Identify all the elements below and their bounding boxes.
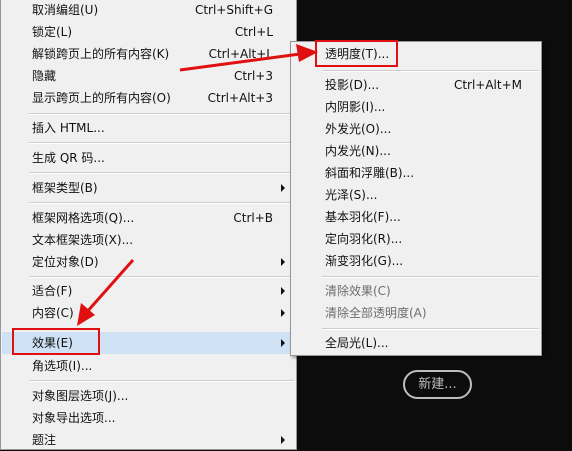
menu-item-label: 锁定(L)	[32, 25, 73, 39]
menu-item-insert-html[interactable]: 插入 HTML...	[2, 117, 295, 139]
menu-item-lock[interactable]: 锁定(L) Ctrl+L	[2, 21, 295, 43]
menu-item-label: 框架类型(B)	[32, 181, 98, 195]
menu-item-label: 解锁跨页上的所有内容(K)	[32, 47, 170, 61]
menu-separator	[29, 380, 294, 382]
menu-item-label: 基本羽化(F)...	[325, 210, 401, 224]
menu-item-label: 角选项(I)...	[32, 359, 93, 373]
menu-item-label: 生成 QR 码...	[32, 151, 105, 165]
menu-item-label: 清除效果(C)	[325, 284, 391, 298]
menu-item-label: 显示跨页上的所有内容(O)	[32, 91, 171, 105]
chevron-right-icon	[281, 258, 285, 266]
menu-item-drop-shadow[interactable]: 投影(D)... Ctrl+Alt+M	[292, 74, 540, 96]
new-button[interactable]: 新建...	[403, 370, 472, 399]
menu-item-label: 全局光(L)...	[325, 336, 389, 350]
menu-separator	[29, 113, 294, 115]
menu-item-shortcut: Ctrl+Alt+M	[453, 78, 522, 92]
menu-item-label: 内容(C)	[32, 306, 74, 320]
menu-item-label: 清除全部透明度(A)	[325, 306, 427, 320]
menu-item-global-light[interactable]: 全局光(L)...	[292, 332, 540, 354]
menu-item-label: 外发光(O)...	[325, 122, 392, 136]
menu-item-frame-grid-options[interactable]: 框架网格选项(Q)... Ctrl+B	[2, 207, 295, 229]
menu-item-label: 插入 HTML...	[32, 121, 105, 135]
menu-item-label: 光泽(S)...	[325, 188, 378, 202]
menu-item-shortcut: Ctrl+L	[234, 25, 273, 39]
menu-separator	[322, 70, 539, 72]
menu-item-bevel-and-emboss[interactable]: 斜面和浮雕(B)...	[292, 162, 540, 184]
chevron-right-icon	[281, 309, 285, 317]
menu-item-shortcut: Ctrl+B	[233, 211, 273, 225]
menu-item-label: 隐藏	[32, 69, 57, 83]
menu-item-label: 斜面和浮雕(B)...	[325, 166, 415, 180]
menu-item-directional-feather[interactable]: 定向羽化(R)...	[292, 228, 540, 250]
menu-item-shortcut: Ctrl+Alt+L	[208, 47, 273, 61]
menu-item-text-frame-options[interactable]: 文本框架选项(X)...	[2, 229, 295, 251]
menu-item-ungroup[interactable]: 取消编组(U) Ctrl+Shift+G	[2, 0, 295, 21]
menu-item-corner-options[interactable]: 角选项(I)...	[2, 355, 295, 377]
menu-separator	[29, 142, 294, 144]
menu-item-label: 内阴影(I)...	[325, 100, 386, 114]
chevron-right-icon	[281, 339, 285, 347]
menu-item-hide[interactable]: 隐藏 Ctrl+3	[2, 65, 295, 87]
context-menu-object: 取消编组(U) Ctrl+Shift+G 锁定(L) Ctrl+L 解锁跨页上的…	[0, 0, 297, 450]
menu-item-label: 定向羽化(R)...	[325, 232, 403, 246]
menu-item-basic-feather[interactable]: 基本羽化(F)...	[292, 206, 540, 228]
menu-item-object-layer-options[interactable]: 对象图层选项(J)...	[2, 385, 295, 407]
menu-item-content[interactable]: 内容(C)	[2, 302, 295, 324]
annotation-box-effects	[12, 328, 100, 355]
menu-item-shortcut: Ctrl+3	[233, 69, 273, 83]
menu-item-show-all-on-spread[interactable]: 显示跨页上的所有内容(O) Ctrl+Alt+3	[2, 87, 295, 109]
menu-item-label: 取消编组(U)	[32, 3, 99, 17]
menu-item-label: 适合(F)	[32, 284, 73, 298]
menu-item-satin[interactable]: 光泽(S)...	[292, 184, 540, 206]
menu-item-inner-shadow[interactable]: 内阴影(I)...	[292, 96, 540, 118]
menu-item-inner-glow[interactable]: 内发光(N)...	[292, 140, 540, 162]
menu-item-anchored-object[interactable]: 定位对象(D)	[2, 251, 295, 273]
menu-item-clear-all-transparency: 清除全部透明度(A)	[292, 302, 540, 324]
menu-item-generate-qr-code[interactable]: 生成 QR 码...	[2, 147, 295, 169]
menu-item-label: 渐变羽化(G)...	[325, 254, 404, 268]
menu-item-fitting[interactable]: 适合(F)	[2, 280, 295, 302]
menu-item-clear-effects: 清除效果(C)	[292, 280, 540, 302]
menu-item-frame-type[interactable]: 框架类型(B)	[2, 177, 295, 199]
menu-separator	[322, 328, 539, 330]
chevron-right-icon	[281, 287, 285, 295]
chevron-right-icon	[281, 184, 285, 192]
menu-item-object-export-options[interactable]: 对象导出选项...	[2, 407, 295, 429]
menu-item-label: 文本框架选项(X)...	[32, 233, 134, 247]
menu-item-unlock-all-on-spread[interactable]: 解锁跨页上的所有内容(K) Ctrl+Alt+L	[2, 43, 295, 65]
menu-item-label: 对象图层选项(J)...	[32, 389, 129, 403]
effects-submenu: 透明度(T)... 投影(D)... Ctrl+Alt+M 内阴影(I)... …	[290, 41, 542, 356]
menu-item-label: 对象导出选项...	[32, 411, 116, 425]
menu-separator	[29, 172, 294, 174]
menu-item-gradient-feather[interactable]: 渐变羽化(G)...	[292, 250, 540, 272]
menu-item-label: 定位对象(D)	[32, 255, 99, 269]
menu-separator	[29, 276, 294, 278]
chevron-right-icon	[281, 436, 285, 444]
menu-item-label: 内发光(N)...	[325, 144, 391, 158]
menu-item-outer-glow[interactable]: 外发光(O)...	[292, 118, 540, 140]
menu-item-label: 框架网格选项(Q)...	[32, 211, 135, 225]
menu-item-label: 投影(D)...	[325, 78, 380, 92]
annotation-box-transparency	[315, 40, 398, 67]
menu-separator	[322, 276, 539, 278]
menu-item-shortcut: Ctrl+Alt+3	[207, 91, 273, 105]
menu-item-shortcut: Ctrl+Shift+G	[194, 3, 273, 17]
menu-separator	[29, 202, 294, 204]
